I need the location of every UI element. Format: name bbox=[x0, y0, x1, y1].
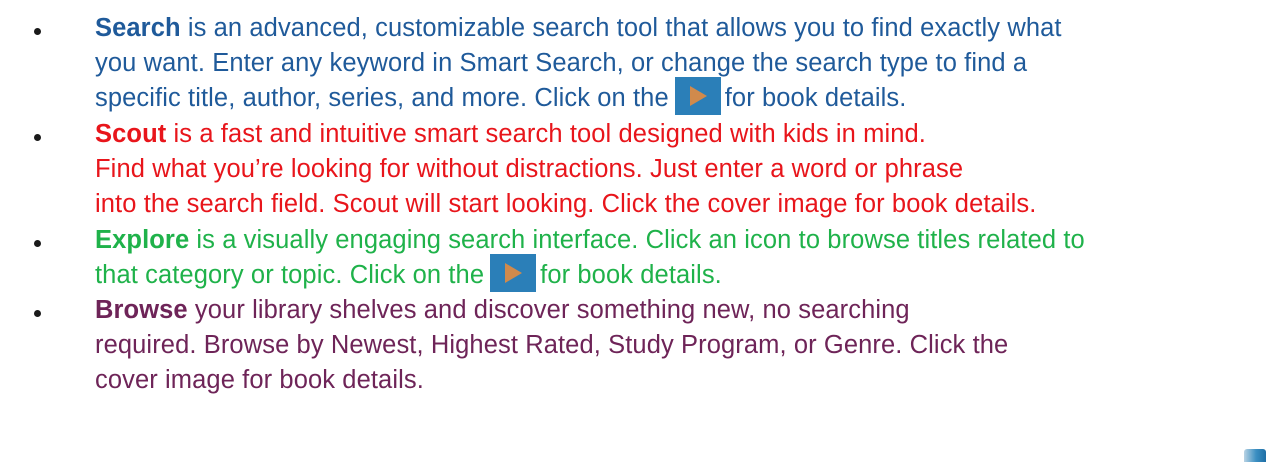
play-icon[interactable] bbox=[490, 254, 537, 293]
search-line-2: you want. Enter any keyword in Smart Sea… bbox=[95, 49, 1028, 77]
play-icon[interactable] bbox=[674, 77, 721, 116]
bullet-dot bbox=[34, 134, 41, 141]
scout-keyword: Scout bbox=[95, 120, 167, 148]
search-text-1: is an advanced, customizable search tool… bbox=[180, 14, 1062, 42]
search-text-3a: specific title, author, series, and more… bbox=[95, 84, 669, 112]
document-page: Search is an advanced, customizable sear… bbox=[0, 0, 1282, 462]
search-line-3: specific title, author, series, and more… bbox=[95, 77, 907, 116]
scout-line-2: Find what you’re looking for without dis… bbox=[95, 155, 964, 183]
search-text-3b: for book details. bbox=[724, 84, 907, 112]
bullet-dot bbox=[34, 28, 41, 35]
scout-text-1: is a fast and intuitive smart search too… bbox=[166, 120, 926, 148]
explore-text-2a: that category or topic. Click on the bbox=[95, 261, 485, 289]
browse-text-1: your library shelves and discover someth… bbox=[187, 296, 910, 324]
bullet-dot bbox=[34, 240, 41, 247]
browse-line-1: Browse your library shelves and discover… bbox=[95, 293, 910, 327]
browse-keyword: Browse bbox=[95, 296, 188, 324]
browse-line-3: cover image for book details. bbox=[95, 366, 424, 394]
search-line-1: Search is an advanced, customizable sear… bbox=[95, 11, 1062, 45]
corner-image-fragment bbox=[1244, 449, 1266, 462]
explore-line-1: Explore is a visually engaging search in… bbox=[95, 223, 1085, 257]
bullet-dot bbox=[34, 310, 41, 317]
browse-line-2: required. Browse by Newest, Highest Rate… bbox=[95, 331, 1009, 359]
explore-keyword: Explore bbox=[95, 226, 190, 254]
explore-text-2b: for book details. bbox=[540, 261, 722, 289]
search-keyword: Search bbox=[95, 14, 181, 42]
scout-line-3: into the search field. Scout will start … bbox=[95, 190, 1037, 218]
explore-line-2: that category or topic. Click on the for … bbox=[95, 254, 722, 293]
explore-text-1: is a visually engaging search interface.… bbox=[189, 226, 1085, 254]
scout-line-1: Scout is a fast and intuitive smart sear… bbox=[95, 117, 926, 151]
